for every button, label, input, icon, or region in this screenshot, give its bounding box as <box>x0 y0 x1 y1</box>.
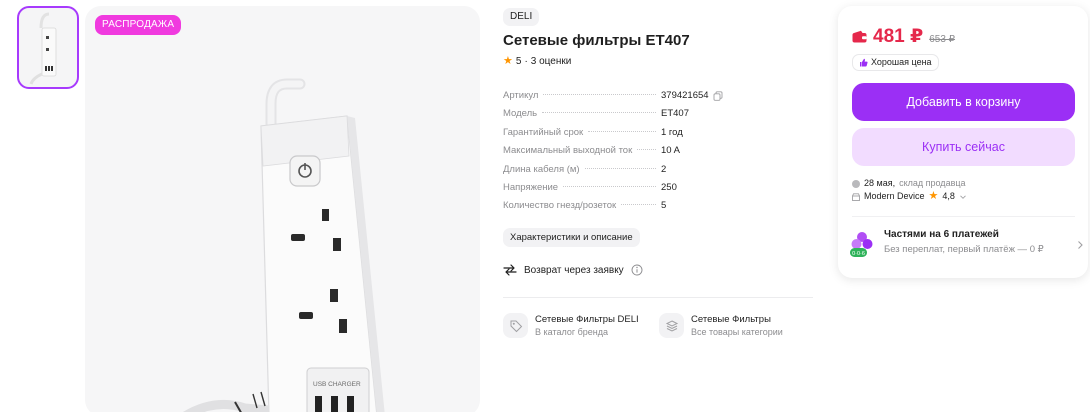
catalog-card-title: Сетевые Фильтры DELI <box>535 313 639 325</box>
seller-name: Modern Device <box>864 191 925 201</box>
product-title: Сетевые фильтры ET407 <box>503 32 690 49</box>
main-product-image[interactable]: USB CHARGER РАСПРОДАЖА <box>85 6 480 412</box>
installments-offer[interactable]: 0·0·6 Частями на 6 платежей Без переплат… <box>850 228 1083 264</box>
delivery-date: 28 мая, <box>864 178 896 188</box>
seller-link[interactable]: Modern Device ★ 4,8 <box>852 190 967 203</box>
star-icon: ★ <box>503 55 513 67</box>
svg-text:USB CHARGER: USB CHARGER <box>313 381 361 388</box>
buy-now-button[interactable]: Купить сейчас <box>852 128 1075 166</box>
rating-separator: · <box>524 56 528 67</box>
installments-badge: 0·0·6 <box>852 251 865 257</box>
spec-value: ET407 <box>661 108 689 120</box>
tag-icon <box>503 313 528 338</box>
spec-row: Артикул 379421654 <box>503 90 753 108</box>
rating-value: 5 <box>515 56 522 67</box>
buy-box: 481 ₽ 653 ₽ Хорошая цена Добавить в корз… <box>838 6 1088 278</box>
characteristics-link[interactable]: Характеристики и описание <box>503 228 640 247</box>
delivery-info: 28 мая, склад продавца Modern Device ★ 4… <box>852 177 967 203</box>
chevron-down-icon <box>960 194 966 199</box>
section-divider <box>503 297 813 298</box>
spec-row: Длина кабеля (м) 2 <box>503 164 753 182</box>
spec-value: 250 <box>661 181 677 193</box>
power-strip-illustration: USB CHARGER <box>182 78 385 412</box>
spec-row: Модель ET407 <box>503 108 753 126</box>
spec-value: 2 <box>661 163 667 175</box>
spec-key: Модель <box>503 108 538 120</box>
current-price: 481 ₽ <box>873 26 924 47</box>
wallet-icon <box>852 30 867 43</box>
spec-key: Напряжение <box>503 181 559 193</box>
gallery-thumbnail[interactable] <box>17 6 79 89</box>
catalog-card-subtitle: Все товары категории <box>691 326 783 337</box>
delivery-source-link[interactable]: склад продавца <box>899 177 965 190</box>
good-price-label: Хорошая цена <box>871 57 932 67</box>
good-price-badge: Хорошая цена <box>852 54 939 71</box>
brand-catalog-link[interactable]: Сетевые Фильтры DELI В каталог бренда <box>503 313 639 338</box>
installments-icon: 0·0·6 <box>850 232 873 257</box>
spec-row: Гарантийный срок 1 год <box>503 127 753 145</box>
installments-subtitle: Без переплат, первый платёж — 0 ₽ <box>884 244 1044 255</box>
seller-rating: 4,8 <box>942 191 955 201</box>
copy-icon[interactable] <box>713 90 723 101</box>
spec-key: Гарантийный срок <box>503 126 584 138</box>
specs-list: Артикул 379421654 Модель ET407 Гарантийн… <box>503 90 753 219</box>
spec-key: Количество гнезд/розеток <box>503 200 617 212</box>
spec-row: Количество гнезд/розеток 5 <box>503 200 753 218</box>
chevron-right-icon <box>1078 241 1083 249</box>
spec-leader <box>542 112 656 114</box>
spec-key: Длина кабеля (м) <box>503 163 580 175</box>
rating-summary[interactable]: ★ 5 · 3 оценки <box>503 55 572 68</box>
spec-leader <box>621 204 656 206</box>
spec-key: Артикул <box>503 90 539 101</box>
brand-link[interactable]: DELI <box>503 8 540 26</box>
spec-leader <box>543 94 656 95</box>
reviews-count: 3 оценки <box>530 56 572 67</box>
sale-badge: РАСПРОДАЖА <box>95 15 182 35</box>
thumbs-up-icon <box>860 58 868 67</box>
spec-leader <box>637 149 656 151</box>
spec-value: 5 <box>661 200 667 212</box>
spec-leader <box>588 130 656 132</box>
thumbnail-product-image <box>29 12 57 85</box>
catalog-card-title: Сетевые Фильтры <box>691 313 771 325</box>
spec-row: Напряжение 250 <box>503 182 753 200</box>
spec-row: Максимальный выходной ток 10 A <box>503 145 753 163</box>
spec-key: Максимальный выходной ток <box>503 145 633 157</box>
return-arrows-icon <box>503 264 517 276</box>
return-policy: Возврат через заявку <box>503 264 643 276</box>
return-text: Возврат через заявку <box>524 264 624 276</box>
spec-value: 1 год <box>661 126 683 138</box>
catalog-card-subtitle: В каталог бренда <box>535 326 609 337</box>
spec-leader <box>563 185 656 187</box>
price-row: 481 ₽ 653 ₽ <box>852 25 955 48</box>
spec-leader <box>584 167 656 169</box>
store-icon <box>852 192 860 201</box>
star-icon: ★ <box>928 190 939 202</box>
layers-icon <box>659 313 684 338</box>
installments-title: Частями на 6 платежей <box>884 229 999 240</box>
old-price: 653 ₽ <box>929 34 956 45</box>
spec-value: 10 A <box>661 145 681 157</box>
add-to-cart-button[interactable]: Добавить в корзину <box>852 83 1075 121</box>
info-icon[interactable] <box>631 264 643 276</box>
clock-icon <box>852 179 860 188</box>
buy-box-divider <box>852 216 1075 217</box>
spec-value: 379421654 <box>661 90 709 101</box>
category-catalog-link[interactable]: Сетевые Фильтры Все товары категории <box>659 313 783 338</box>
